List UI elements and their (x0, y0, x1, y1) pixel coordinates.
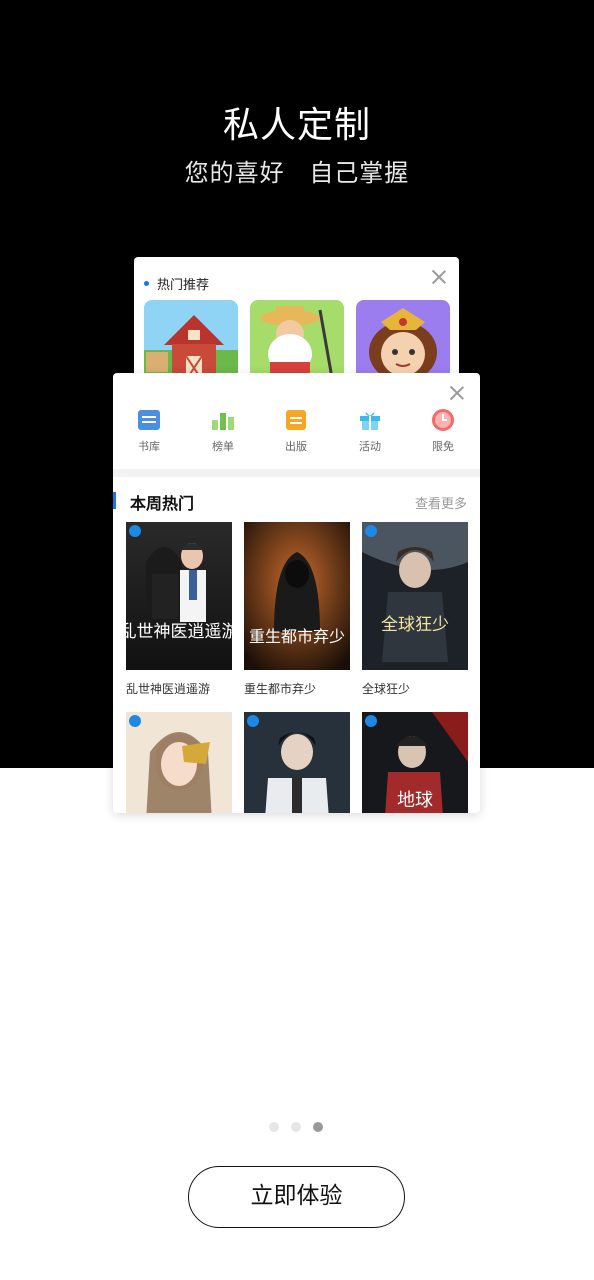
game-thumbnail-farm[interactable] (144, 300, 238, 380)
bullet-dot-icon (144, 281, 149, 286)
app-badge-icon (129, 525, 141, 537)
book-cover-text: 重生都市弃少 (249, 627, 345, 646)
game-thumbnail-hero[interactable] (356, 300, 450, 380)
section-divider (113, 469, 480, 477)
game-thumbnail-farmer[interactable] (250, 300, 344, 380)
book-cover[interactable]: 全球狂少 (362, 522, 468, 670)
book-cover-text: 乱世神医逍遥游 (126, 622, 232, 642)
book-title[interactable]: 全球狂少 (362, 680, 410, 697)
page-dot-active[interactable] (313, 1122, 323, 1132)
nav-item-publish[interactable]: 出版 (271, 408, 321, 454)
book-cover[interactable] (126, 712, 232, 813)
app-badge-icon (365, 715, 377, 727)
nav-item-events[interactable]: 活动 (345, 408, 395, 454)
book-cover[interactable]: 乱世神医逍遥游 (126, 522, 232, 670)
page-dot[interactable] (291, 1122, 301, 1132)
try-now-button[interactable]: 立即体验 (188, 1166, 405, 1228)
close-icon[interactable] (448, 384, 466, 402)
book-cover[interactable]: 重生都市弃少 (244, 522, 350, 670)
book-cover-text: 全球狂少 (381, 615, 449, 635)
book-cover[interactable]: 地球 (362, 712, 468, 813)
publish-icon (284, 408, 308, 432)
category-popup-card: 书库 榜单 出版 活动 限免 本周热门 查看更多 乱世神医逍遥游 重生都市弃少 … (113, 373, 480, 813)
subtitle-right: 自己掌握 (309, 159, 410, 187)
section-accent-bar (113, 492, 116, 509)
book-cover-text: 地球 (397, 790, 433, 811)
section-title: 本周热门 (130, 494, 195, 513)
ranking-bars-icon (211, 408, 235, 432)
close-icon[interactable] (430, 268, 448, 286)
book-library-icon (137, 408, 161, 432)
clock-icon (431, 408, 455, 432)
nav-item-ranking[interactable]: 榜单 (198, 408, 248, 454)
app-badge-icon (365, 525, 377, 537)
nav-item-free[interactable]: 限免 (418, 408, 468, 454)
app-badge-icon (129, 715, 141, 727)
book-title[interactable]: 重生都市弃少 (244, 680, 316, 697)
hot-recommend-label: 热门推荐 (157, 278, 210, 293)
nav-item-library[interactable]: 书库 (124, 408, 174, 454)
book-cover[interactable] (244, 712, 350, 813)
app-badge-icon (247, 715, 259, 727)
view-more-link[interactable]: 查看更多 (415, 493, 467, 512)
gift-icon (358, 408, 382, 432)
category-nav: 书库 榜单 出版 活动 限免 (113, 408, 480, 458)
subtitle-left: 您的喜好 (184, 159, 285, 187)
page-title: 私人定制 (222, 105, 371, 146)
page-indicator (0, 1122, 594, 1132)
page-dot[interactable] (269, 1122, 279, 1132)
hot-recommend-header: 热门推荐 (144, 274, 209, 293)
book-title[interactable]: 乱世神医逍遥游 (126, 680, 210, 697)
page-subtitle: 您的喜好 自己掌握 (0, 153, 594, 188)
